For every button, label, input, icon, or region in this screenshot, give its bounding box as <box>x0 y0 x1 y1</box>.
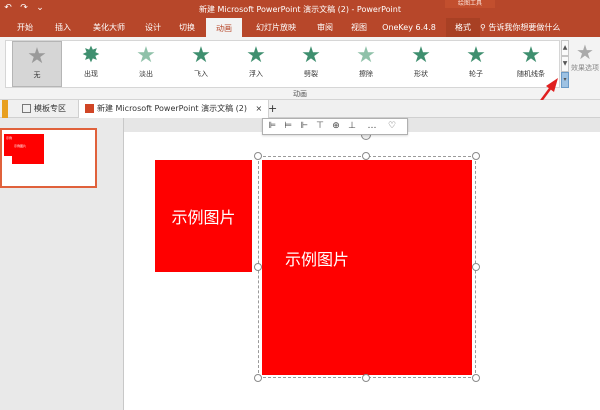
tab-format[interactable]: 格式 <box>446 18 480 37</box>
resize-handle[interactable] <box>362 374 370 382</box>
tab-review[interactable]: 审阅 <box>310 18 340 37</box>
animation-gallery: ★ 无 ✸ 出现 ★ 淡出 ★ 飞入 ★ 浮入 ★ 劈裂 ★ 擦除 ★ 形状 ★… <box>5 40 560 88</box>
home-icon <box>22 104 31 113</box>
animation-random-bars[interactable]: ★ 随机线条 <box>506 41 556 87</box>
tab-transitions[interactable]: 切换 <box>172 18 202 37</box>
star-icon: ★ <box>191 43 211 68</box>
window-title: 新建 Microsoft PowerPoint 演示文稿 (2) - Power… <box>199 5 401 14</box>
star-icon: ★ <box>521 43 541 68</box>
tab-slide-show[interactable]: 幻灯片放映 <box>246 18 306 37</box>
tell-me-search[interactable]: ⚲ 告诉我你想要做什么 <box>480 18 560 37</box>
add-tab-button[interactable]: + <box>268 100 280 118</box>
star-icon: ★ <box>136 43 156 68</box>
ribbon-tab-bar: 开始 插入 美化大师 设计 切换 动画 幻灯片放映 审阅 视图 OneKey 6… <box>0 18 600 37</box>
drawing-tools-context-title: 绘图工具 <box>445 0 495 8</box>
align-left-icon[interactable]: ⊫ <box>265 120 279 133</box>
gallery-more-button[interactable]: ▾ <box>561 72 569 88</box>
resize-handle[interactable] <box>254 152 262 160</box>
star-icon: ★ <box>246 43 266 68</box>
animation-wipe[interactable]: ★ 擦除 <box>341 41 391 87</box>
tab-design[interactable]: 设计 <box>138 18 168 37</box>
thumb-image-2: 示例图片 <box>12 134 44 164</box>
effect-options-button[interactable]: ★ 效果选项 <box>570 40 600 95</box>
animation-label: 轮子 <box>469 70 483 78</box>
lightbulb-icon: ⚲ <box>480 23 486 32</box>
animation-split[interactable]: ★ 劈裂 <box>286 41 336 87</box>
gallery-scroll: ▲ ▼ ▾ <box>561 40 569 88</box>
star-icon: ★ <box>466 43 486 68</box>
tab-animations[interactable]: 动画 <box>206 18 242 37</box>
title-bar: ↶ ↷ ⌄ 新建 Microsoft PowerPoint 演示文稿 (2) -… <box>0 0 600 18</box>
animation-label: 飞入 <box>194 70 208 78</box>
align-mini-toolbar: ⊫ ⊨ ⊩ ⊤ ⊕ ⊥ … ♡ <box>262 118 408 135</box>
star-icon: ★ <box>411 43 431 68</box>
doc-tab-template-zone[interactable]: 模板专区 <box>16 100 72 118</box>
slide-thumbnail[interactable]: 示例图片 示例图片 <box>0 128 97 188</box>
align-center-icon[interactable]: ⊨ <box>281 120 295 133</box>
selection-box <box>258 156 476 378</box>
resize-handle[interactable] <box>254 374 262 382</box>
animation-label: 无 <box>33 71 41 79</box>
align-right-icon[interactable]: ⊩ <box>297 120 311 133</box>
animation-label: 随机线条 <box>517 70 545 78</box>
document-tab-bar: 模板专区 新建 Microsoft PowerPoint 演示文稿 (2) × … <box>0 100 600 118</box>
star-icon: ★ <box>356 43 376 68</box>
star-icon: ★ <box>301 43 321 68</box>
animation-shape[interactable]: ★ 形状 <box>396 41 446 87</box>
animation-wheel[interactable]: ★ 轮子 <box>451 41 501 87</box>
resize-handle[interactable] <box>472 263 480 271</box>
gallery-scroll-up-button[interactable]: ▲ <box>561 40 569 56</box>
ribbon-group-label: 动画 <box>293 90 307 98</box>
favorite-heart-icon[interactable]: ♡ <box>385 120 399 133</box>
star-burst-icon: ✸ <box>81 43 101 68</box>
slide-thumbnail-pane: 示例图片 示例图片 <box>0 118 124 410</box>
animation-label: 淡出 <box>139 70 153 78</box>
tab-beautify-master[interactable]: 美化大师 <box>84 18 134 37</box>
animation-fade[interactable]: ★ 淡出 <box>121 41 171 87</box>
tab-home[interactable]: 开始 <box>8 18 42 37</box>
doc-tab-presentation[interactable]: 新建 Microsoft PowerPoint 演示文稿 (2) × <box>78 100 270 118</box>
resize-handle[interactable] <box>472 374 480 382</box>
animation-none[interactable]: ★ 无 <box>12 41 62 87</box>
resize-handle[interactable] <box>472 152 480 160</box>
animation-label: 劈裂 <box>304 70 318 78</box>
powerpoint-icon <box>85 104 94 113</box>
animation-label: 形状 <box>414 70 428 78</box>
tab-onekey[interactable]: OneKey 6.4.8 <box>378 18 440 37</box>
star-icon: ★ <box>27 44 47 69</box>
resize-handle[interactable] <box>254 263 262 271</box>
animation-appear[interactable]: ✸ 出现 <box>66 41 116 87</box>
more-options-icon[interactable]: … <box>365 120 379 133</box>
animations-ribbon: ★ 无 ✸ 出现 ★ 淡出 ★ 飞入 ★ 浮入 ★ 劈裂 ★ 擦除 ★ 形状 ★… <box>0 37 600 100</box>
sample-image-1[interactable]: 示例图片 <box>155 160 252 272</box>
effect-options-label: 效果选项 <box>571 64 599 72</box>
doc-tab-label: 模板专区 <box>34 104 66 113</box>
resize-handle[interactable] <box>362 152 370 160</box>
animation-float-in[interactable]: ★ 浮入 <box>231 41 281 87</box>
doc-tab-label: 新建 Microsoft PowerPoint 演示文稿 (2) <box>97 104 247 113</box>
align-bottom-icon[interactable]: ⊥ <box>345 120 359 133</box>
align-top-icon[interactable]: ⊤ <box>313 120 327 133</box>
close-tab-icon[interactable]: × <box>256 104 263 113</box>
animation-label: 出现 <box>84 70 98 78</box>
star-icon: ★ <box>576 40 594 64</box>
tab-view[interactable]: 视图 <box>344 18 374 37</box>
align-middle-icon[interactable]: ⊕ <box>329 120 343 133</box>
animation-label: 擦除 <box>359 70 373 78</box>
animation-fly-in[interactable]: ★ 飞入 <box>176 41 226 87</box>
tab-insert[interactable]: 插入 <box>46 18 80 37</box>
folder-icon[interactable] <box>2 100 8 118</box>
gallery-scroll-down-button[interactable]: ▼ <box>561 56 569 72</box>
animation-label: 浮入 <box>249 70 263 78</box>
tell-me-text: 告诉我你想要做什么 <box>488 23 561 32</box>
